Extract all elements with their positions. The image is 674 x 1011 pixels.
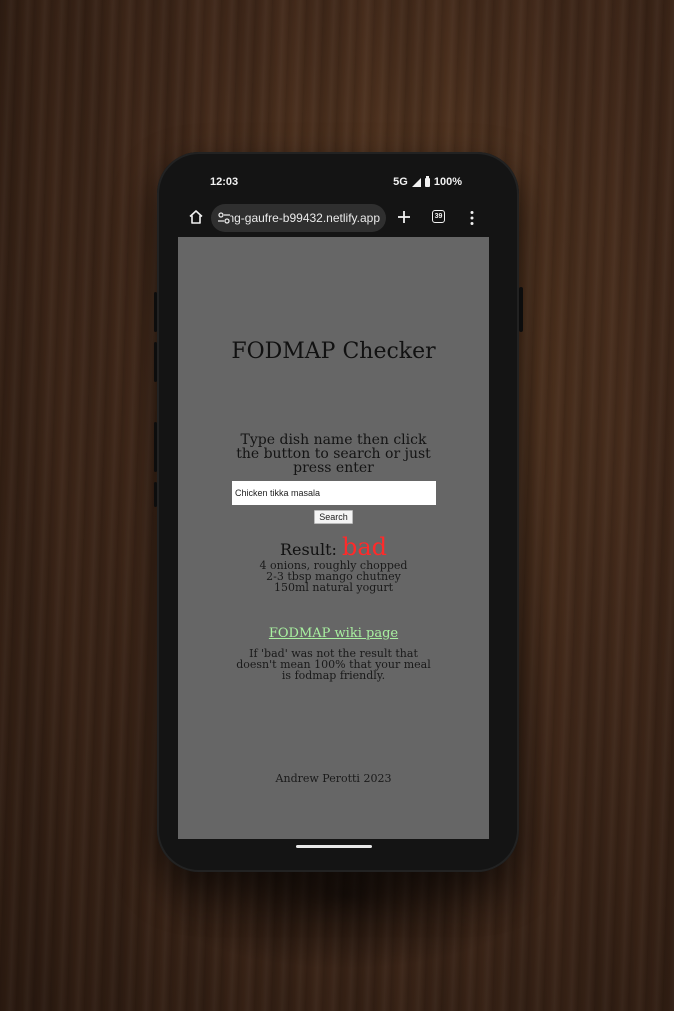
battery-percent: 100% bbox=[433, 176, 462, 188]
search-button[interactable]: Search bbox=[314, 510, 353, 524]
more-menu-icon[interactable] bbox=[470, 210, 474, 226]
page-title: FODMAP Checker bbox=[231, 339, 436, 364]
tab-switcher-icon[interactable]: 39 bbox=[432, 210, 445, 223]
home-icon[interactable] bbox=[188, 209, 204, 225]
side-button-left-1 bbox=[154, 292, 157, 332]
instructions-text: Type dish name then click the button to … bbox=[236, 432, 431, 476]
network-label: 5G bbox=[393, 176, 408, 188]
footer-credit: Andrew Perotti 2023 bbox=[275, 772, 392, 785]
signal-icon bbox=[411, 177, 421, 187]
battery-icon bbox=[424, 175, 430, 187]
side-button-left-2 bbox=[154, 342, 157, 382]
status-bar: 12:03 5G 100% bbox=[178, 170, 489, 194]
fodmap-wiki-link[interactable]: FODMAP wiki page bbox=[178, 626, 489, 641]
site-settings-icon[interactable] bbox=[217, 211, 231, 225]
side-button-left-4 bbox=[154, 482, 157, 507]
ingredient-item: 150ml natural yogurt bbox=[273, 581, 394, 594]
result-line: Result: bad bbox=[178, 533, 489, 561]
ingredient-list: 4 onions, roughly chopped 2-3 tbsp mango… bbox=[178, 560, 489, 593]
status-indicators: 5G 100% bbox=[393, 175, 462, 188]
result-value: bad bbox=[342, 533, 388, 561]
power-button bbox=[519, 287, 523, 332]
dish-search-input[interactable] bbox=[232, 481, 436, 505]
web-page: FODMAP Checker Type dish name then click… bbox=[178, 237, 489, 839]
side-button-left-3 bbox=[154, 422, 157, 472]
result-label: Result: bbox=[279, 540, 337, 559]
url-bar[interactable]: ming-gaufre-b99432.netlify.app bbox=[211, 204, 386, 232]
disclaimer-text: If 'bad' was not the result that doesn't… bbox=[236, 647, 431, 682]
new-tab-icon[interactable] bbox=[396, 209, 412, 225]
gesture-nav-handle[interactable] bbox=[296, 845, 372, 848]
url-text[interactable]: ming-gaufre-b99432.netlify.app bbox=[230, 211, 380, 225]
browser-toolbar: ming-gaufre-b99432.netlify.app 39 bbox=[178, 200, 489, 236]
status-time: 12:03 bbox=[210, 176, 239, 188]
